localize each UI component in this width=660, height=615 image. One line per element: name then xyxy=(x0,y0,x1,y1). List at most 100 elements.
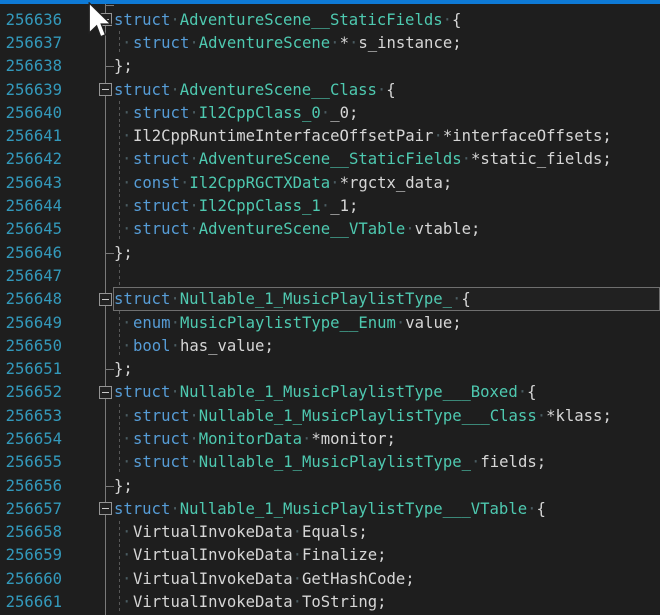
line-number[interactable]: 256652 xyxy=(0,383,62,401)
code-text[interactable]: ·VirtualInvokeData·GetHashCode; xyxy=(114,567,660,590)
code-text[interactable]: ·enum·MusicPlaylistType__Enum·value; xyxy=(114,311,660,334)
code-line[interactable]: 256648 struct·Nullable_1_MusicPlaylistTyp… xyxy=(0,288,660,311)
code-line[interactable]: 256636struct·AdventureScene__StaticField… xyxy=(0,8,660,31)
code-text[interactable]: struct·Nullable_1_MusicPlaylistType___VT… xyxy=(114,497,660,520)
code-line[interactable]: 256644 ·struct·Il2CppClass_1·_1; xyxy=(0,194,660,217)
code-line[interactable]: 256657struct·Nullable_1_MusicPlaylistTyp… xyxy=(0,497,660,520)
fold-margin[interactable] xyxy=(62,101,114,124)
code-line[interactable]: 256659 ·VirtualInvokeData·Finalize; xyxy=(0,544,660,567)
code-line[interactable]: 256654 ·struct·MonitorData·*monitor; xyxy=(0,427,660,450)
fold-collapse-icon[interactable] xyxy=(99,13,112,26)
line-number[interactable]: 256658 xyxy=(0,523,62,541)
code-line[interactable]: 256650 ·bool·has_value; xyxy=(0,334,660,357)
fold-margin[interactable] xyxy=(62,194,114,217)
code-line[interactable]: 256640·struct·Il2CppClass_0·_0; xyxy=(0,101,660,124)
fold-margin[interactable] xyxy=(62,78,114,101)
fold-margin[interactable] xyxy=(62,404,114,427)
code-text[interactable]: struct·Nullable_1_MusicPlaylistType_·{ xyxy=(114,288,660,311)
line-number[interactable]: 256661 xyxy=(0,593,62,611)
code-text[interactable]: ·VirtualInvokeData·ToString; xyxy=(114,590,660,613)
code-line[interactable]: 256642·struct·AdventureScene__StaticFiel… xyxy=(0,148,660,171)
line-number[interactable]: 256640 xyxy=(0,104,62,122)
code-line[interactable]: 256653 ·struct·Nullable_1_MusicPlaylistTy… xyxy=(0,404,660,427)
code-text[interactable]: struct·AdventureScene__Class·{ xyxy=(114,78,660,101)
line-number[interactable]: 256641 xyxy=(0,127,62,145)
fold-margin[interactable] xyxy=(62,31,114,54)
fold-margin[interactable] xyxy=(62,497,114,520)
line-number[interactable]: 256643 xyxy=(0,174,62,192)
code-text[interactable]: ·const·Il2CppRGCTXData·*rgctx_data; xyxy=(114,171,660,194)
fold-margin[interactable] xyxy=(62,8,114,31)
fold-collapse-icon[interactable] xyxy=(99,83,112,96)
code-line[interactable]: 256646}; xyxy=(0,241,660,264)
fold-margin[interactable] xyxy=(62,474,114,497)
code-line[interactable]: 256651}; xyxy=(0,357,660,380)
fold-margin[interactable] xyxy=(62,451,114,474)
fold-margin[interactable] xyxy=(62,171,114,194)
line-number[interactable]: 256655 xyxy=(0,453,62,471)
line-number[interactable]: 256649 xyxy=(0,314,62,332)
code-line[interactable]: 256645 ·struct·AdventureScene__VTable·vta… xyxy=(0,218,660,241)
code-line[interactable]: 256639 struct·AdventureScene__Class·{ xyxy=(0,78,660,101)
fold-margin[interactable] xyxy=(62,521,114,544)
code-text[interactable]: struct·Nullable_1_MusicPlaylistType___Bo… xyxy=(114,381,660,404)
code-text[interactable]: ·Il2CppRuntimeInterfaceOffsetPair·*inter… xyxy=(114,124,660,147)
code-text[interactable]: ·struct·Nullable_1_MusicPlaylistType___C… xyxy=(114,404,660,427)
code-text[interactable]: }; xyxy=(114,357,660,380)
fold-collapse-icon[interactable] xyxy=(99,386,112,399)
line-number[interactable]: 256656 xyxy=(0,477,62,495)
code-editor[interactable]: 256636struct·AdventureScene__StaticField… xyxy=(0,0,660,615)
line-number[interactable]: 256651 xyxy=(0,360,62,378)
line-number[interactable]: 256660 xyxy=(0,570,62,588)
code-line[interactable]: 256649 ·enum·MusicPlaylistType__Enum·valu… xyxy=(0,311,660,334)
fold-margin[interactable] xyxy=(62,288,114,311)
code-line[interactable]: 256661 ·VirtualInvokeData·ToString; xyxy=(0,590,660,613)
code-text[interactable]: ·struct·Nullable_1_MusicPlaylistType_·fi… xyxy=(114,451,660,474)
code-text[interactable]: ·VirtualInvokeData·Finalize; xyxy=(114,544,660,567)
line-number[interactable]: 256638 xyxy=(0,57,62,75)
code-line[interactable]: 256638}; xyxy=(0,55,660,78)
fold-margin[interactable] xyxy=(62,567,114,590)
code-line[interactable]: 256658 ·VirtualInvokeData·Equals; xyxy=(0,521,660,544)
code-text[interactable]: ·struct·MonitorData·*monitor; xyxy=(114,427,660,450)
code-line[interactable]: 256647 xyxy=(0,264,660,287)
line-number[interactable]: 256650 xyxy=(0,337,62,355)
line-number[interactable]: 256644 xyxy=(0,197,62,215)
code-line[interactable]: 256652 struct·Nullable_1_MusicPlaylistTyp… xyxy=(0,381,660,404)
code-text[interactable]: ·struct·AdventureScene__VTable·vtable; xyxy=(114,218,660,241)
fold-margin[interactable] xyxy=(62,427,114,450)
code-text[interactable]: ·struct·Il2CppClass_1·_1; xyxy=(114,194,660,217)
code-line[interactable]: 256641 ·Il2CppRuntimeInterfaceOffsetPair·… xyxy=(0,124,660,147)
fold-margin[interactable] xyxy=(62,590,114,613)
fold-margin[interactable] xyxy=(62,124,114,147)
fold-margin[interactable] xyxy=(62,55,114,78)
line-number[interactable]: 256653 xyxy=(0,407,62,425)
line-number[interactable]: 256654 xyxy=(0,430,62,448)
line-number[interactable]: 256639 xyxy=(0,81,62,99)
line-number[interactable]: 256648 xyxy=(0,290,62,308)
code-line[interactable]: 256656}; xyxy=(0,474,660,497)
code-text[interactable]: ·struct·AdventureScene·*·s_instance; xyxy=(114,31,660,54)
line-number[interactable]: 256646 xyxy=(0,244,62,262)
code-text[interactable]: ·struct·AdventureScene__StaticFields·*st… xyxy=(114,148,660,171)
code-text[interactable]: ·bool·has_value; xyxy=(114,334,660,357)
line-number[interactable]: 256637 xyxy=(0,34,62,52)
fold-margin[interactable] xyxy=(62,148,114,171)
line-number[interactable]: 256645 xyxy=(0,220,62,238)
fold-margin[interactable] xyxy=(62,381,114,404)
fold-margin[interactable] xyxy=(62,264,114,287)
fold-collapse-icon[interactable] xyxy=(99,293,112,306)
code-line[interactable]: 256660 ·VirtualInvokeData·GetHashCode; xyxy=(0,567,660,590)
fold-margin[interactable] xyxy=(62,334,114,357)
code-text[interactable]: }; xyxy=(114,55,660,78)
code-text[interactable]: ·VirtualInvokeData·Equals; xyxy=(114,521,660,544)
code-line[interactable]: 256655 ·struct·Nullable_1_MusicPlaylistTy… xyxy=(0,451,660,474)
line-number[interactable]: 256659 xyxy=(0,546,62,564)
fold-margin[interactable] xyxy=(62,311,114,334)
code-text[interactable]: struct·AdventureScene__StaticFields·{ xyxy=(114,8,660,31)
fold-margin[interactable] xyxy=(62,241,114,264)
line-number[interactable]: 256647 xyxy=(0,267,62,285)
code-line[interactable]: 256643 ·const·Il2CppRGCTXData·*rgctx_data… xyxy=(0,171,660,194)
code-line[interactable]: 256637 ·struct·AdventureScene·*·s_instanc… xyxy=(0,31,660,54)
fold-collapse-icon[interactable] xyxy=(99,502,112,515)
